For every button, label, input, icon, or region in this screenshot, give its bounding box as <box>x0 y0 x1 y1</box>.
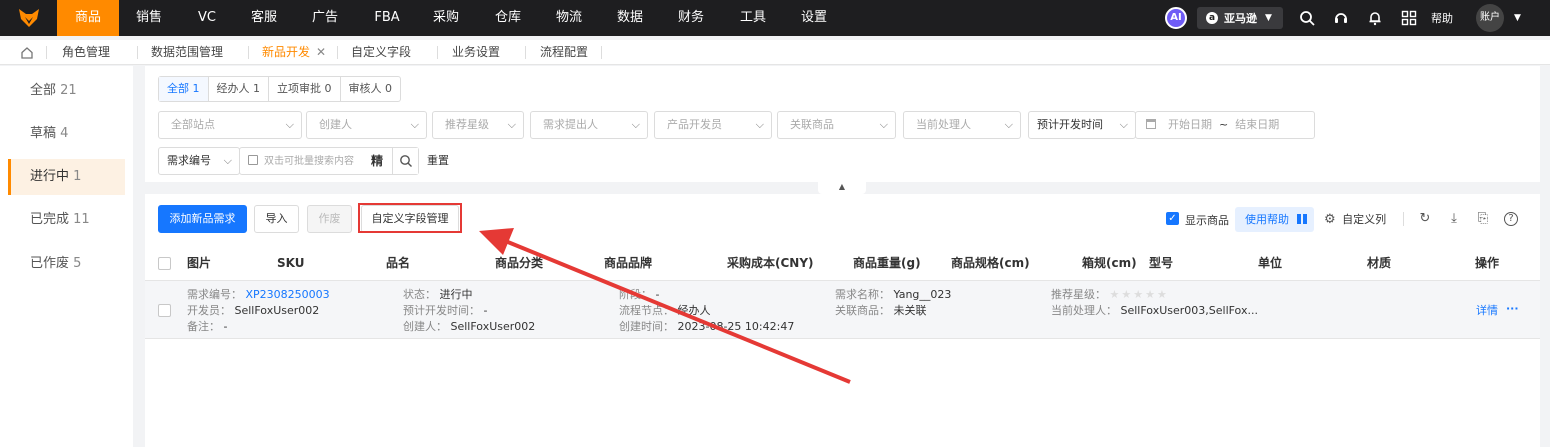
annotation-arrow <box>479 228 851 384</box>
